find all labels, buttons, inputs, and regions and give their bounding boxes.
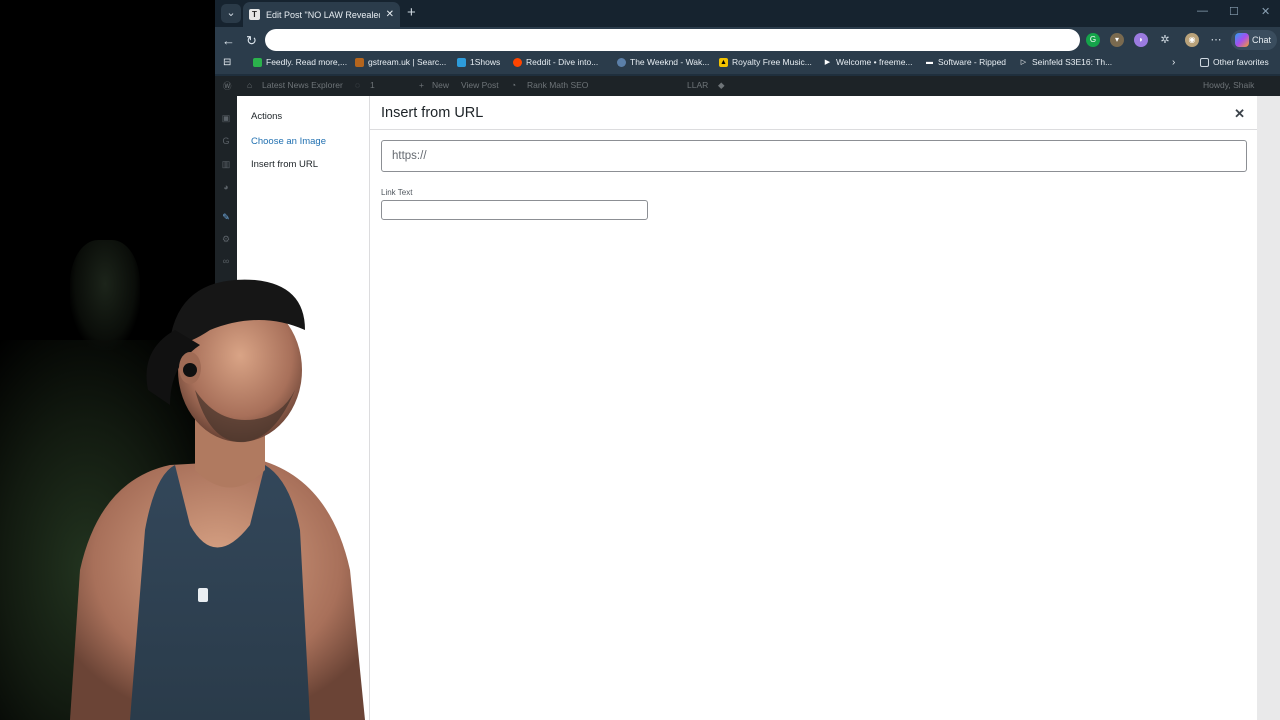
browser-toolbar: ← ↻ G ▾ ◗ ✲ ◉ ⋯ Chat (215, 27, 1280, 54)
webcam-person (70, 279, 365, 720)
bookmark-item[interactable]: Feedly. Read more,... (253, 57, 347, 67)
bookmark-item[interactable]: 1Shows (457, 57, 500, 67)
tab-title: Edit Post "NO LAW Revealed For P (266, 9, 380, 20)
tab-strip: ⌄ T Edit Post "NO LAW Revealed For P ✕ +… (215, 0, 1280, 27)
bookmarks-sidebar-icon[interactable]: ⊟ (223, 57, 231, 68)
home-icon: ⌂ (247, 80, 253, 90)
seinfeld-icon: ▷ (1020, 58, 1027, 66)
new-plus-icon: + (419, 80, 424, 90)
comments-icon: ◌ (355, 80, 361, 90)
extension-shield-icon[interactable]: ▾ (1110, 33, 1124, 47)
grammarly-icon[interactable]: G (1086, 33, 1100, 47)
diamond-icon: ◆ (718, 80, 725, 90)
minimize-icon[interactable]: — (1197, 5, 1208, 17)
google-icon[interactable]: G (221, 136, 231, 146)
rank-icon[interactable]: ◕ (221, 182, 231, 192)
back-icon[interactable]: ← (222, 33, 235, 48)
link-text-label: Link Text (381, 188, 413, 197)
bookmarks-bar: ⊟ Feedly. Read more,... gstream.uk | Sea… (215, 54, 1280, 74)
screen: ⌄ T Edit Post "NO LAW Revealed For P ✕ +… (0, 0, 1280, 720)
view-post-link[interactable]: View Post (461, 80, 499, 90)
media-modal: Actions Choose an Image Insert from URL … (237, 96, 1257, 720)
new-menu[interactable]: New (432, 80, 449, 90)
choose-image-link[interactable]: Choose an Image (251, 136, 326, 147)
bookmark-item[interactable]: gstream.uk | Searc... (355, 57, 446, 67)
profile-avatar-icon[interactable]: ◉ (1185, 33, 1199, 47)
bookmark-item[interactable]: ▲ Royalty Free Music... (719, 57, 812, 67)
royalty-icon: ▲ (719, 57, 728, 67)
howdy-user[interactable]: Howdy, Shaik (1203, 80, 1254, 90)
tank-tag-shape (198, 588, 208, 602)
gstream-icon (355, 57, 364, 67)
tab-search-icon[interactable]: ⌄ (221, 4, 241, 23)
extensions-puzzle-icon[interactable]: ✲ (1158, 33, 1172, 47)
wp-admin-bar: Ⓦ ⌂ Latest News Explorer ◌ 1 + New View … (215, 76, 1280, 96)
rank-math-icon: ◔ (511, 80, 517, 90)
bookmark-item[interactable]: The Weeknd - Wak... (617, 57, 709, 67)
page-background-strip (1257, 96, 1280, 720)
1shows-icon (457, 57, 466, 67)
bookmark-item[interactable]: ▷ Seinfeld S3E16: Th... (1019, 57, 1112, 67)
more-menu-icon[interactable]: ⋯ (1209, 33, 1223, 47)
feedly-icon (253, 57, 262, 67)
tab-favicon-icon: T (249, 9, 260, 20)
site-name[interactable]: Latest News Explorer (262, 80, 343, 90)
posts-pin-icon[interactable]: ✎ (221, 212, 231, 222)
modal-divider (370, 129, 1257, 130)
chat-label: Chat (1252, 35, 1272, 45)
tab-edit-post[interactable]: T Edit Post "NO LAW Revealed For P ✕ (243, 2, 400, 27)
tab-close-icon[interactable]: ✕ (386, 9, 394, 20)
links-icon[interactable]: ∞ (221, 256, 231, 266)
close-icon[interactable]: ✕ (1234, 106, 1245, 122)
copilot-chat-button[interactable]: Chat (1231, 30, 1277, 50)
play-icon: ▶ (824, 58, 831, 66)
new-tab-plus-icon[interactable]: + (407, 3, 416, 23)
chevron-right-icon[interactable]: › (1172, 57, 1175, 68)
comments-count[interactable]: 1 (370, 80, 375, 90)
folder-icon (1200, 57, 1209, 67)
dashboard-icon[interactable]: ▣ (221, 113, 231, 123)
link-text-input[interactable] (381, 200, 648, 220)
address-bar[interactable] (265, 29, 1080, 51)
bookmark-item[interactable]: ▶ Welcome • freeme... (823, 57, 913, 67)
insert-from-url-link[interactable]: Insert from URL (251, 159, 318, 170)
url-input[interactable] (381, 140, 1247, 172)
modal-content: Insert from URL ✕ Link Text (370, 96, 1257, 720)
copilot-icon (1235, 33, 1249, 47)
earbud-icon (183, 363, 197, 377)
media-icon[interactable]: ⚙ (221, 234, 231, 244)
modal-title: Insert from URL (381, 105, 484, 121)
window-close-icon[interactable]: ✕ (1261, 5, 1270, 18)
rank-math-link[interactable]: Rank Math SEO (527, 80, 588, 90)
other-favorites[interactable]: Other favorites (1200, 57, 1269, 67)
stats-icon[interactable]: ▥ (221, 159, 231, 169)
bookmark-item[interactable]: Reddit - Dive into... (513, 57, 598, 67)
bookmark-item[interactable]: ▬ Software - Ripped (925, 57, 1006, 67)
actions-heading: Actions (251, 111, 283, 122)
wordpress-icon[interactable]: Ⓦ (223, 80, 232, 92)
extension-feather-icon[interactable]: ◗ (1134, 33, 1148, 47)
software-icon: ▬ (926, 58, 933, 66)
llar-link[interactable]: LLAR (687, 80, 708, 90)
youtube-icon (617, 57, 626, 67)
reddit-icon (513, 57, 522, 67)
maximize-icon[interactable]: ☐ (1229, 5, 1239, 18)
reload-icon[interactable]: ↻ (246, 33, 257, 48)
